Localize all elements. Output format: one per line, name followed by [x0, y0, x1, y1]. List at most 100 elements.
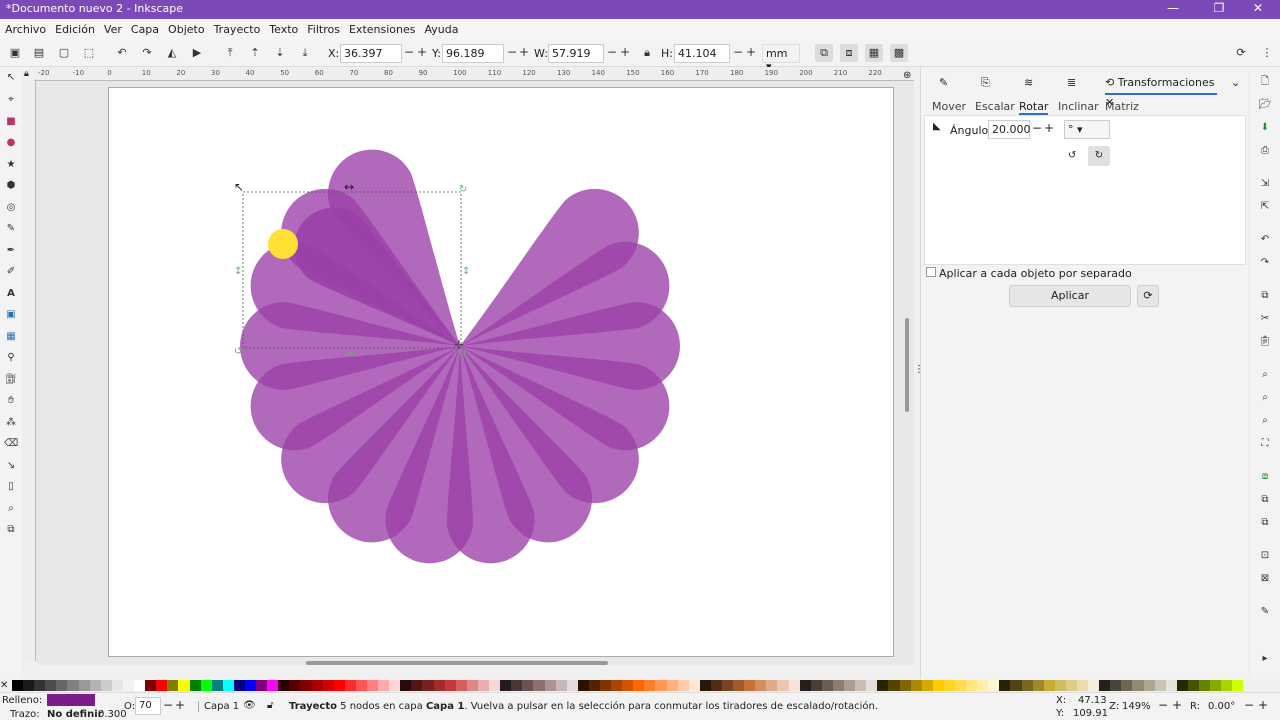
palette-swatch[interactable] — [666, 680, 678, 691]
zoom-selection-icon[interactable]: ⌕ — [1258, 368, 1272, 382]
palette-swatch[interactable] — [256, 680, 268, 691]
move-patterns-icon[interactable]: ▩ — [890, 44, 908, 62]
object-props-tab-icon[interactable]: ⎘ — [981, 73, 990, 95]
angle-input[interactable]: 20.000 — [988, 120, 1031, 139]
raise-icon[interactable]: ⇡ — [246, 44, 264, 62]
pen-tool-icon[interactable]: ✒ — [4, 244, 18, 258]
opacity-increment-button[interactable]: + — [175, 698, 185, 712]
palette-swatch[interactable] — [1154, 680, 1166, 691]
raise-to-top-icon[interactable]: ⤒ — [221, 44, 239, 62]
text-tool-icon[interactable]: A — [4, 287, 18, 301]
spray-tool-icon[interactable]: ⁂ — [4, 416, 18, 430]
move-gradients-icon[interactable]: ▦ — [865, 44, 883, 62]
palette-swatch[interactable] — [877, 680, 889, 691]
group-icon[interactable]: ⊡ — [1258, 549, 1272, 563]
ungroup-icon[interactable]: ⊠ — [1258, 572, 1272, 586]
w-decrement-button[interactable]: − — [607, 45, 617, 59]
tab-inclinar[interactable]: Inclinar — [1058, 100, 1099, 113]
menu-trayecto[interactable]: Trayecto — [209, 19, 265, 36]
layers-tab-icon[interactable]: ≋ — [1024, 73, 1033, 95]
x-increment-button[interactable]: + — [417, 45, 427, 59]
menu-archivo[interactable]: Archivo — [0, 19, 50, 36]
palette-swatch[interactable] — [755, 680, 767, 691]
palette-swatch[interactable] — [866, 680, 878, 691]
eraser-tool-icon[interactable]: ⌫ — [4, 437, 18, 451]
scale-corners-icon[interactable]: ⧈ — [840, 44, 858, 62]
redo-icon[interactable]: ↷ — [1258, 256, 1272, 270]
y-increment-button[interactable]: + — [519, 45, 529, 59]
color-palette[interactable]: ✕ — [0, 679, 1280, 692]
maximize-button[interactable]: ❐ — [1204, 1, 1234, 15]
rotate-ccw-icon[interactable]: ↶ — [113, 44, 131, 62]
rotate-cw-icon[interactable]: ↷ — [138, 44, 156, 62]
palette-swatch[interactable] — [67, 680, 79, 691]
palette-swatch[interactable] — [511, 680, 523, 691]
more-commands-icon[interactable]: ▸ — [1258, 652, 1272, 666]
opacity-input[interactable]: 70 — [135, 697, 161, 715]
unit-select[interactable]: mm ▾ — [762, 44, 800, 73]
zoom-page-icon[interactable]: ⌕ — [1258, 414, 1272, 428]
palette-swatch[interactable] — [599, 680, 612, 691]
palette-swatch[interactable] — [611, 680, 623, 691]
rotate-cw-icon[interactable]: ↻ — [1088, 146, 1110, 166]
palette-swatch[interactable] — [633, 680, 645, 691]
tab-matriz[interactable]: Matriz — [1105, 100, 1139, 113]
palette-swatch[interactable] — [89, 680, 101, 691]
pages-tool-icon[interactable]: ▯ — [4, 480, 18, 494]
clone-icon[interactable]: ⧉ — [1258, 493, 1272, 507]
star-tool-icon[interactable]: ★ — [4, 158, 18, 172]
palette-swatch[interactable] — [244, 680, 257, 691]
palette-swatch[interactable] — [1187, 680, 1200, 691]
apply-button[interactable]: Aplicar — [1009, 285, 1131, 307]
menu-ayuda[interactable]: Ayuda — [419, 19, 462, 36]
palette-swatch[interactable] — [233, 680, 245, 691]
angle-increment-button[interactable]: + — [1044, 121, 1054, 135]
tab-escalar[interactable]: Escalar — [975, 100, 1015, 113]
h-increment-button[interactable]: + — [746, 45, 756, 59]
palette-swatch[interactable] — [1199, 680, 1211, 691]
palette-swatch[interactable] — [311, 680, 323, 691]
palette-swatch[interactable] — [988, 680, 1000, 691]
duplicate-icon[interactable]: ⧈ — [1258, 470, 1272, 484]
palette-swatch[interactable] — [932, 680, 944, 691]
x-decrement-button[interactable]: − — [404, 45, 414, 59]
stroke-value[interactable]: No definir — [47, 709, 103, 720]
palette-swatch[interactable] — [1043, 680, 1055, 691]
zoom-corner-icon[interactable]: ⊛ — [903, 70, 911, 81]
more-icon[interactable]: ⋮ — [1258, 44, 1276, 62]
angle-decrement-button[interactable]: − — [1032, 121, 1042, 135]
node-tool-icon[interactable]: ⌖ — [4, 93, 18, 107]
lower-to-bottom-icon[interactable]: ⤓ — [296, 44, 314, 62]
palette-swatch[interactable] — [211, 680, 223, 691]
w-input[interactable]: 57.919 — [548, 44, 604, 63]
menu-edicion[interactable]: Edición — [50, 19, 99, 36]
h-input[interactable]: 41.104 — [674, 44, 730, 63]
palette-swatch[interactable] — [56, 680, 68, 691]
palette-swatch[interactable] — [577, 680, 589, 691]
no-paint-swatch[interactable]: ✕ — [0, 680, 12, 691]
palette-swatch[interactable] — [322, 680, 334, 691]
tweak-tool-icon[interactable]: ✋︎ — [4, 394, 18, 408]
palette-swatch[interactable] — [300, 680, 312, 691]
palette-swatch[interactable] — [1121, 680, 1133, 691]
palette-swatch[interactable] — [477, 680, 490, 691]
undo-icon[interactable]: ↶ — [1258, 233, 1272, 247]
menu-ver[interactable]: Ver — [99, 19, 126, 36]
handle-top-left[interactable]: ↖ — [234, 180, 244, 194]
calligraphy-tool-icon[interactable]: ✐ — [4, 265, 18, 279]
palette-swatch[interactable] — [1132, 680, 1144, 691]
palette-swatch[interactable] — [799, 680, 811, 691]
palette-swatch[interactable] — [389, 680, 401, 691]
3d-box-tool-icon[interactable]: ⬢ — [4, 179, 18, 193]
palette-swatch[interactable] — [156, 680, 168, 691]
fill-stroke-tab-icon[interactable]: ✎ — [939, 73, 948, 95]
rotation-increment-button[interactable]: + — [1258, 698, 1268, 712]
palette-swatch[interactable] — [278, 680, 290, 691]
palette-swatch[interactable] — [189, 680, 201, 691]
rotate-ccw-icon[interactable]: ↺ — [1068, 150, 1076, 161]
palette-swatch[interactable] — [722, 680, 734, 691]
palette-swatch[interactable] — [200, 680, 212, 691]
layer-visibility-icon[interactable]: 👁︎ — [243, 700, 256, 711]
ellipse-tool-icon[interactable]: ● — [4, 136, 18, 150]
zoom-decrement-button[interactable]: − — [1158, 698, 1168, 712]
